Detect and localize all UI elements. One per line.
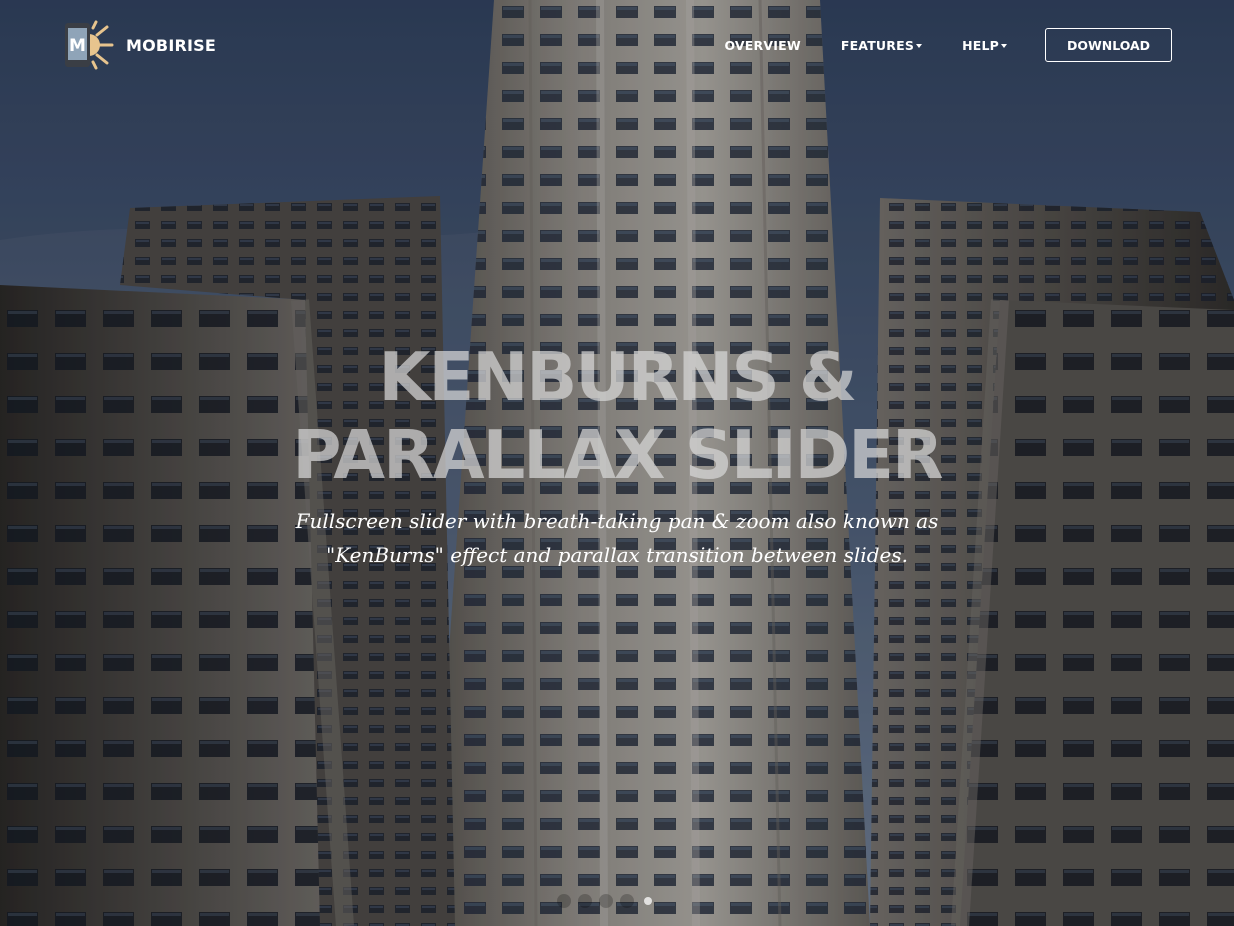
- slide-dot-3[interactable]: [599, 894, 613, 908]
- chevron-down-icon: [1001, 43, 1007, 48]
- nav-overview-label: OVERVIEW: [724, 37, 801, 53]
- slide-dot-1[interactable]: [557, 894, 571, 908]
- brand-name: MOBIRISE: [126, 35, 216, 55]
- slide-dot-5-active[interactable]: [644, 897, 652, 905]
- hero-subtitle-line-1: Fullscreen slider with breath-taking pan…: [295, 509, 939, 533]
- slide-dot-2[interactable]: [578, 894, 592, 908]
- hero-title-line-1: KENBURNS &: [378, 338, 858, 416]
- slider-dots: [557, 894, 655, 908]
- hero-title: KENBURNS & PARALLAX SLIDER: [237, 338, 997, 494]
- slide-dot-4[interactable]: [620, 894, 634, 908]
- download-button-label: DOWNLOAD: [1066, 37, 1151, 53]
- hero-title-line-2: PARALLAX SLIDER: [292, 416, 943, 494]
- hero-subtitle: Fullscreen slider with breath-taking pan…: [257, 504, 977, 572]
- hero-subtitle-line-2: "KenBurns" effect and parallax transitio…: [326, 543, 908, 567]
- download-button[interactable]: DOWNLOAD: [1045, 28, 1172, 62]
- hero-slider: M MOBIRISE OVERVIEW FEATURES HELP DOWNLO…: [0, 0, 1234, 926]
- top-navigation: M MOBIRISE OVERVIEW FEATURES HELP DOWNLO…: [0, 0, 1234, 90]
- nav-help-label: HELP: [962, 37, 999, 53]
- nav-features-label: FEATURES: [840, 37, 915, 53]
- nav-features-dropdown[interactable]: FEATURES: [840, 37, 923, 53]
- nav-links: OVERVIEW FEATURES HELP DOWNLOAD: [724, 27, 1172, 63]
- brand-link[interactable]: M MOBIRISE: [62, 20, 216, 70]
- hero-content: KENBURNS & PARALLAX SLIDER Fullscreen sl…: [0, 338, 1234, 572]
- chevron-down-icon: [916, 43, 923, 48]
- nav-help-dropdown[interactable]: HELP: [962, 38, 1007, 53]
- mobile-sun-icon: M: [65, 20, 114, 70]
- nav-overview-link[interactable]: OVERVIEW: [724, 38, 800, 53]
- logo-letter: M: [69, 36, 86, 56]
